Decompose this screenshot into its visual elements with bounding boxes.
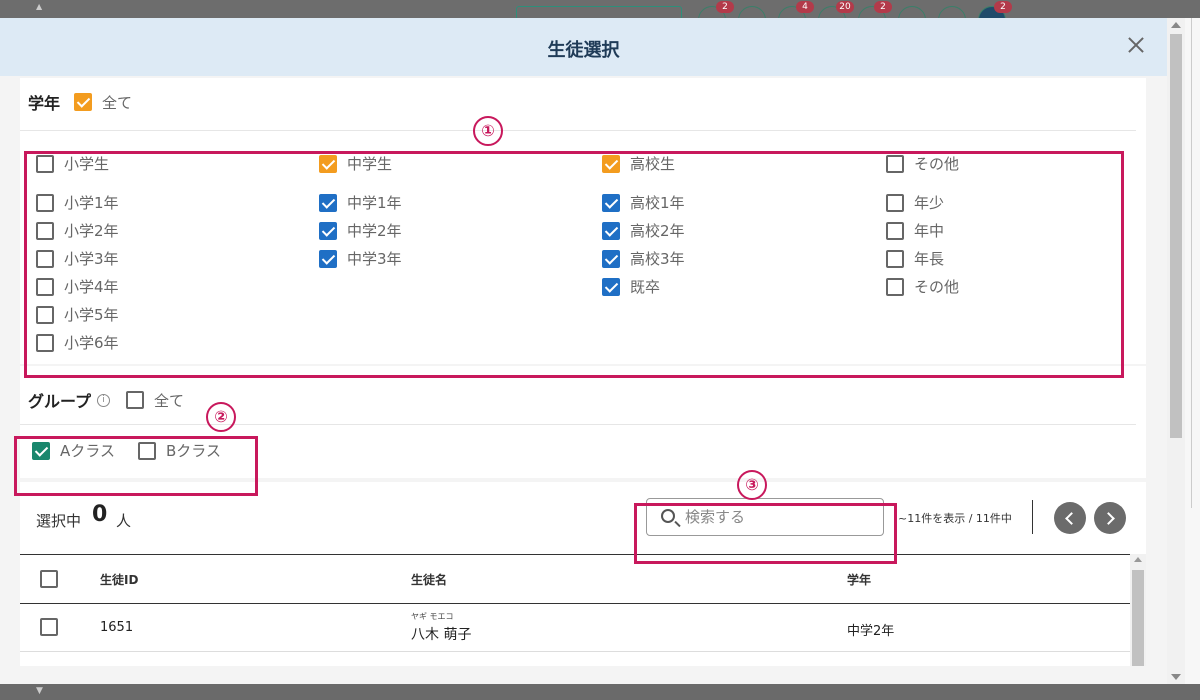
column-header-id[interactable]: 生徒ID [100, 571, 138, 588]
table-header: 生徒ID 生徒名 学年 [20, 554, 1130, 604]
grade-header: 学年 全て [28, 90, 132, 114]
divider [1032, 500, 1033, 534]
column-header-name[interactable]: 生徒名 [411, 571, 447, 588]
notification-badge: 2 [874, 1, 892, 13]
column-header-grade[interactable]: 学年 [847, 571, 871, 588]
divider [20, 424, 1136, 425]
background-footer: ▼ [0, 684, 1200, 700]
notification-badge: 2 [994, 1, 1012, 13]
selected-label: 選択中 [36, 512, 82, 530]
student-name-kana: ヤギ モエコ [411, 612, 454, 621]
paging-info: ~11件を表示 / 11件中 [898, 512, 1012, 525]
annotation-box-2 [14, 436, 258, 496]
grade-all-checkbox[interactable] [74, 93, 93, 111]
background-header: ▲ 2 4 20 2 2 [0, 0, 1200, 34]
row-checkbox[interactable] [40, 618, 58, 636]
prev-page-button[interactable] [1054, 502, 1086, 534]
scroll-down-icon[interactable] [1171, 674, 1181, 680]
select-all-checkbox[interactable] [40, 570, 58, 588]
grade-title: 学年 [28, 94, 61, 113]
annotation-number-3: ③ [737, 470, 767, 500]
annotation-number-1: ① [473, 116, 503, 146]
dialog-header: 生徒選択 [0, 18, 1167, 76]
notification-badge: 4 [796, 1, 814, 13]
close-icon[interactable] [1125, 34, 1147, 56]
student-name: 八木 萌子 [411, 627, 472, 643]
notification-badge: 20 [836, 1, 854, 13]
dialog-title: 生徒選択 [547, 40, 620, 61]
page-scrollbar[interactable] [1167, 18, 1185, 684]
scroll-up-arrow-icon: ▲ [36, 2, 43, 11]
student-table: 生徒ID 生徒名 学年 1651 ヤギ モエコ 八木 萌子 中学2年 [20, 554, 1130, 652]
info-icon[interactable]: i [97, 393, 111, 407]
annotation-number-2: ② [206, 402, 236, 432]
student-id: 1651 [100, 620, 134, 635]
group-title: グループ [28, 392, 92, 411]
table-scrollbar[interactable] [1130, 554, 1146, 666]
scroll-up-icon[interactable] [1171, 22, 1181, 28]
student-grade: 中学2年 [847, 624, 895, 639]
annotation-box-1 [24, 151, 1124, 378]
student-list-panel: 選択中 0 人 ~11件を表示 / 11件中 生徒ID 生徒名 学年 1651 … [20, 482, 1146, 666]
selected-count: 0 [92, 502, 108, 527]
table-row[interactable]: 1651 ヤギ モエコ 八木 萌子 中学2年 [20, 604, 1130, 652]
grade-all-label: 全て [102, 93, 133, 112]
group-all-label: 全て [154, 391, 185, 410]
divider [20, 130, 1136, 131]
notification-badge: 2 [716, 1, 734, 13]
next-page-button[interactable] [1094, 502, 1126, 534]
annotation-box-3 [634, 503, 897, 564]
group-all-checkbox[interactable] [126, 391, 145, 409]
group-header: グループ i 全て [28, 388, 184, 412]
background-right-edge [1185, 18, 1200, 684]
selected-unit: 人 [116, 512, 132, 530]
scroll-thumb[interactable] [1170, 34, 1182, 438]
table-scroll-up-icon[interactable] [1134, 557, 1142, 562]
scroll-down-arrow-icon: ▼ [36, 686, 43, 696]
table-scroll-thumb[interactable] [1132, 570, 1144, 666]
